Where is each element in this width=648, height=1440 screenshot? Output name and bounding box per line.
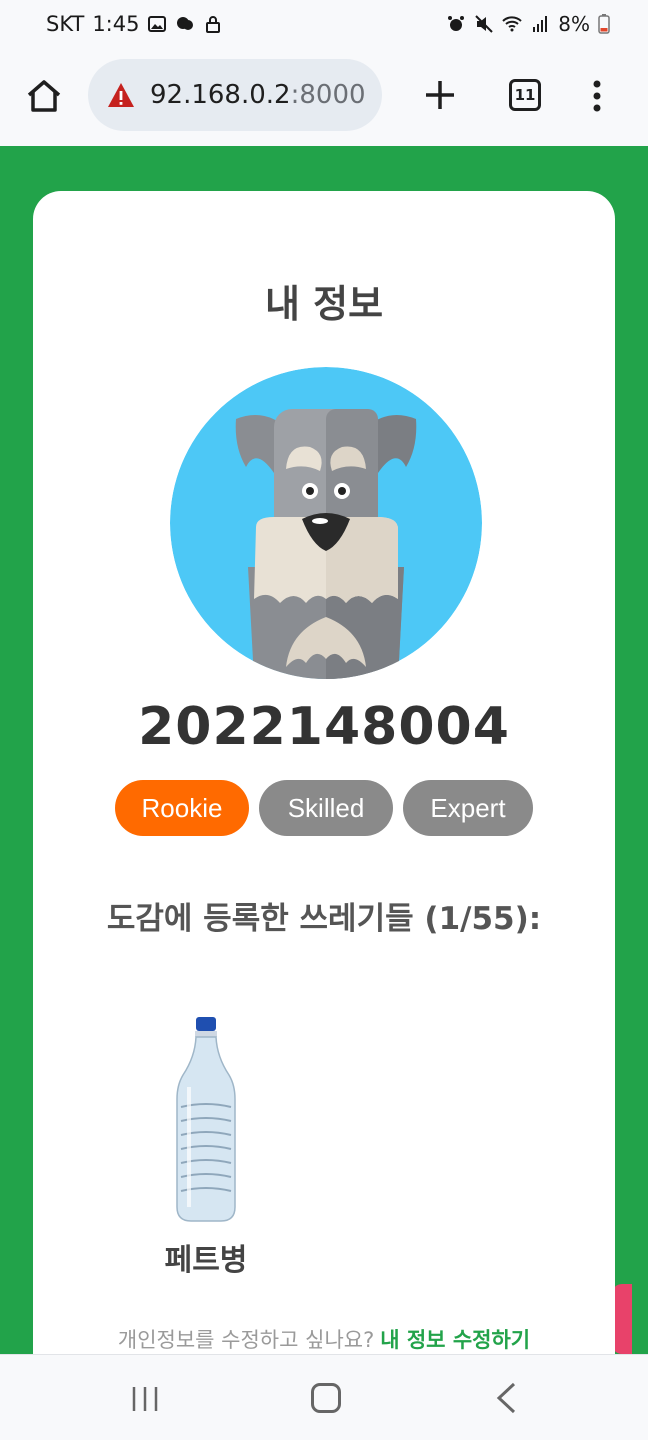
page-title: 내 정보: [264, 282, 384, 326]
item-name: 페트병: [164, 1243, 248, 1278]
level-badge-expert: Expert: [403, 780, 533, 836]
battery-icon: [598, 14, 610, 34]
url-host: 92.168.0.2: [150, 80, 291, 110]
page-background: 내 정보 2022148004 Rookie Skilled Expert 도감…: [0, 146, 648, 1354]
signal-icon: [533, 16, 548, 32]
collection-item[interactable]: 페트병: [139, 1017, 273, 1279]
url-port: :8000: [290, 80, 366, 110]
mute-icon: [475, 15, 493, 33]
lock-icon: [206, 16, 221, 33]
browser-toolbar: 92.168.0.2:8000 11: [0, 52, 648, 146]
floating-button-edge[interactable]: [612, 1284, 632, 1354]
recent-apps-icon[interactable]: [130, 1385, 160, 1413]
home-button-icon[interactable]: [311, 1383, 341, 1413]
clock: 1:45: [92, 12, 140, 36]
wifi-icon: [502, 16, 522, 32]
warning-icon[interactable]: [106, 81, 136, 109]
back-icon[interactable]: [494, 1381, 518, 1415]
edit-profile-prompt: 개인정보를 수정하고 싶나요?: [117, 1328, 375, 1352]
new-tab-icon[interactable]: [420, 75, 460, 115]
edit-profile-link[interactable]: 내 정보 수정하기: [380, 1328, 530, 1352]
profile-card: 내 정보 2022148004 Rookie Skilled Expert 도감…: [33, 191, 615, 1354]
tab-switcher-button[interactable]: 11: [509, 79, 541, 111]
carrier-label: SKT: [46, 12, 85, 36]
home-icon[interactable]: [24, 76, 64, 116]
gallery-icon: [148, 16, 167, 32]
alarm-icon: [448, 16, 465, 31]
more-menu-icon[interactable]: [584, 76, 610, 116]
status-left: SKT 1:45: [46, 12, 223, 36]
system-nav-bar: [0, 1354, 648, 1440]
edit-profile-row: 개인정보를 수정하고 싶나요? 내 정보 수정하기: [33, 1324, 615, 1354]
avatar: [170, 367, 482, 679]
level-badges: Rookie Skilled Expert: [33, 780, 615, 836]
level-badge-rookie: Rookie: [115, 780, 249, 836]
chat-icon: [177, 17, 194, 30]
collection-title: 도감에 등록한 쓰레기들 (1/55):: [106, 901, 542, 937]
level-badge-skilled: Skilled: [259, 780, 393, 836]
user-id: 2022148004: [138, 697, 510, 757]
address-bar[interactable]: 92.168.0.2:8000: [88, 59, 382, 131]
status-bar: SKT 1:45 8%: [0, 0, 648, 52]
battery-percent: 8%: [558, 12, 590, 36]
url-text[interactable]: 92.168.0.2:8000: [150, 80, 372, 110]
water-bottle-icon: [176, 1017, 236, 1222]
status-right: 8%: [446, 12, 610, 36]
